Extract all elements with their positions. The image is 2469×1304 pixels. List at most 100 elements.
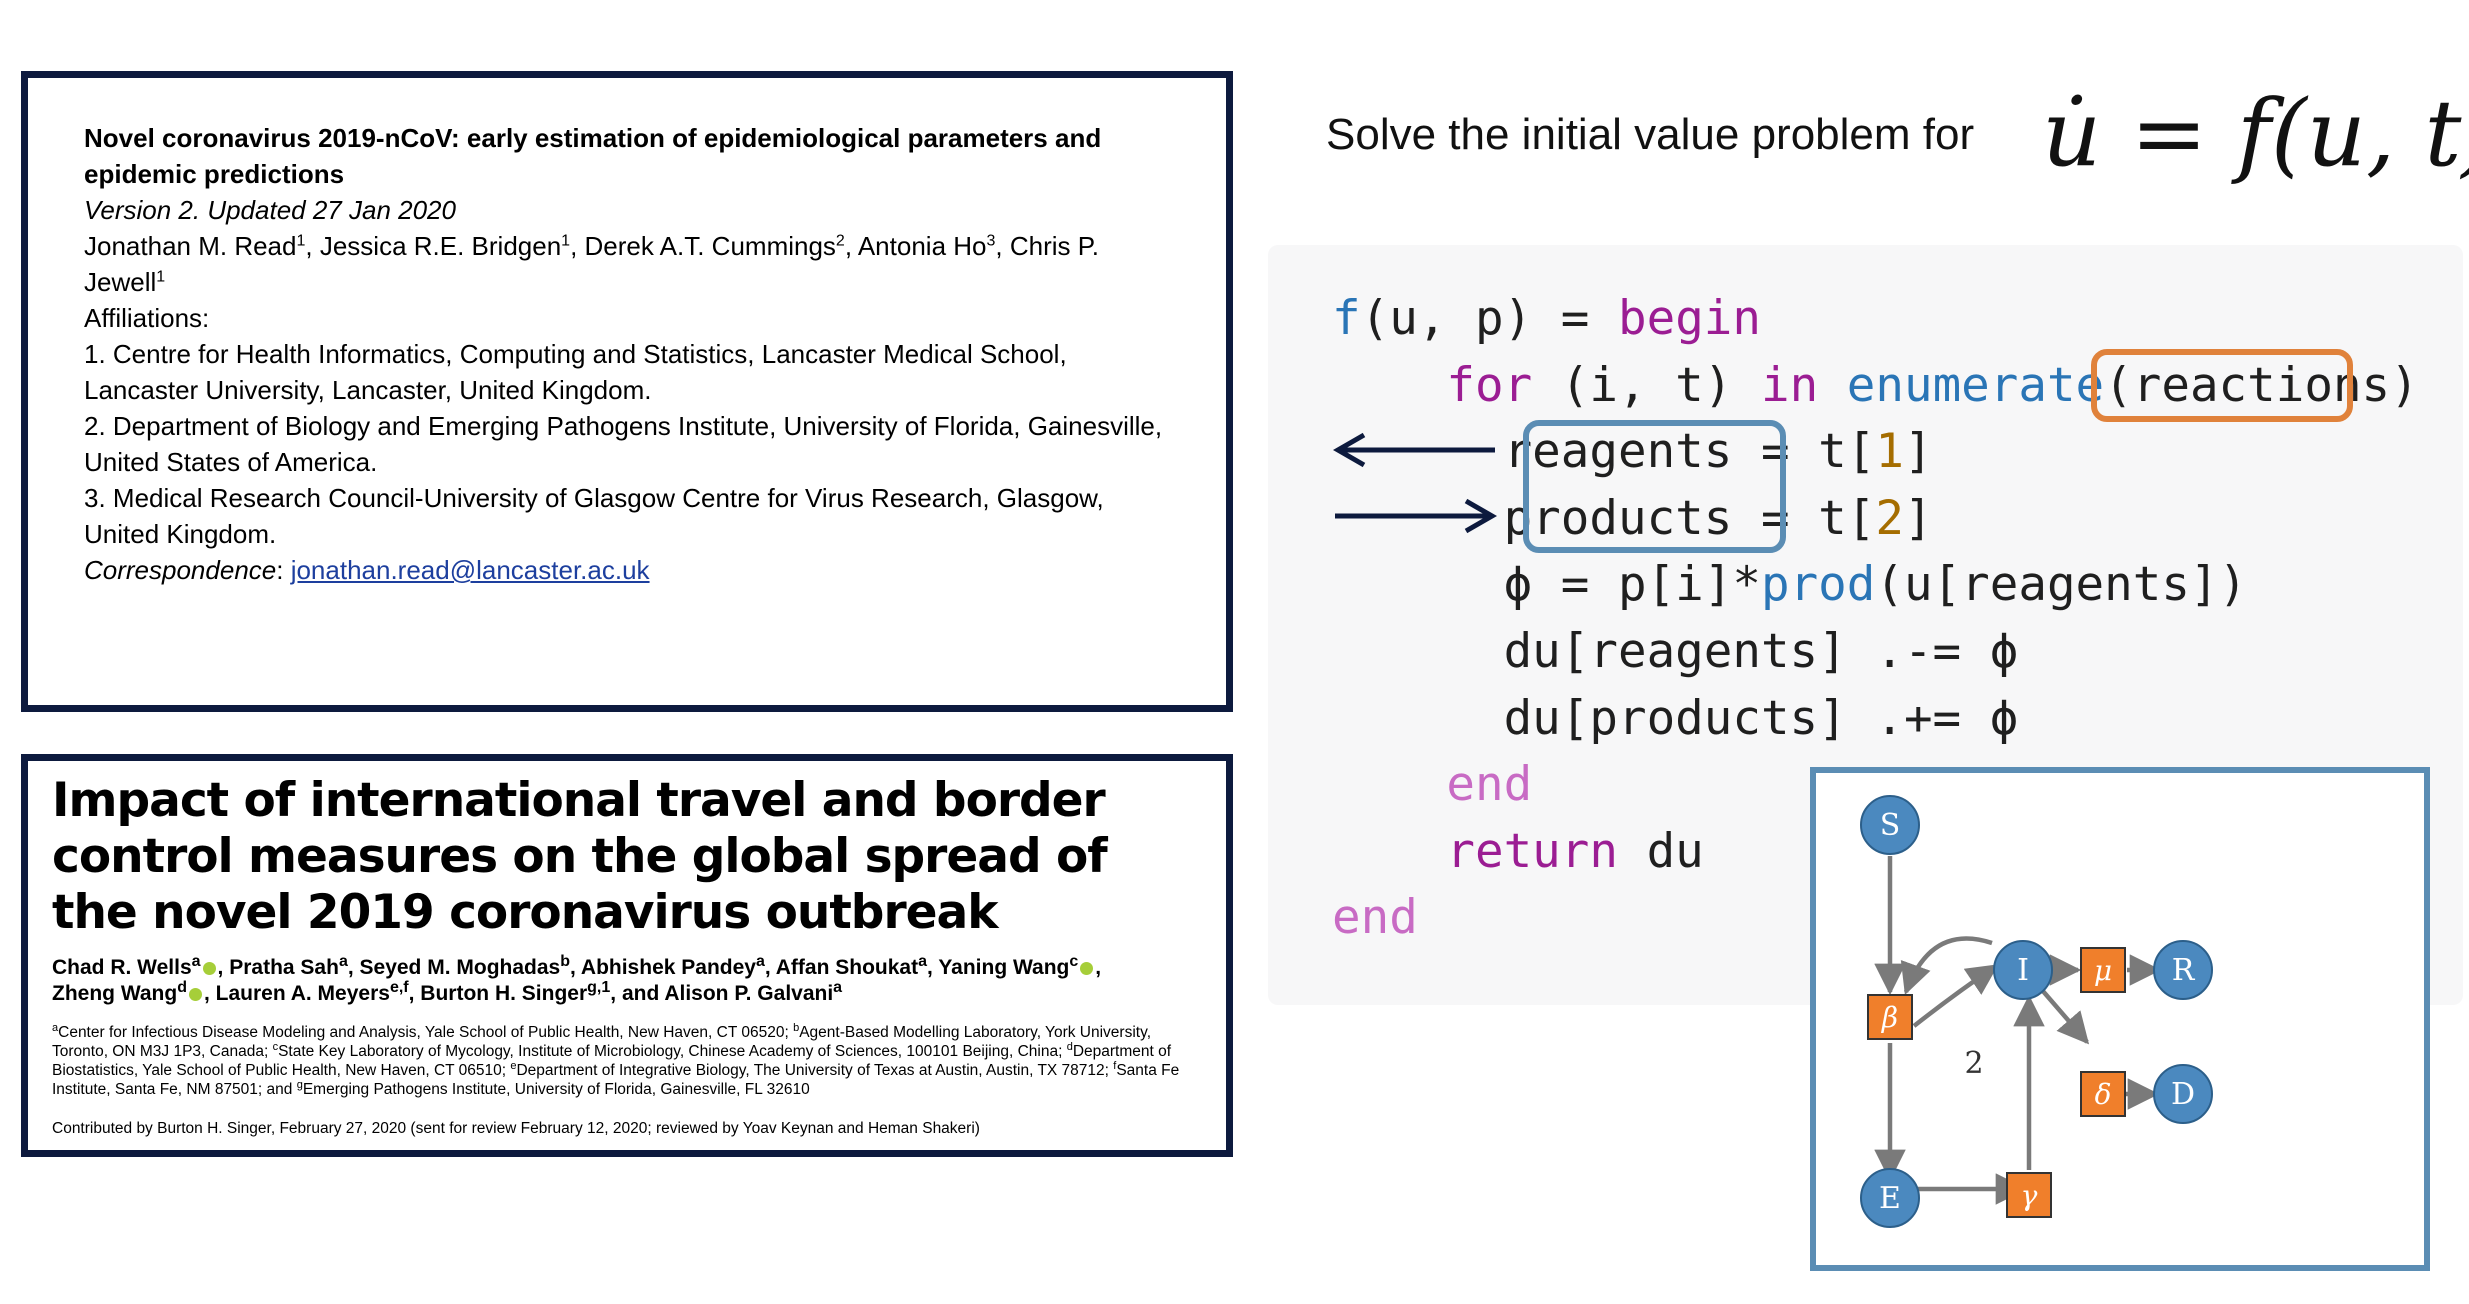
paper1-affiliations-label: Affiliations: [84, 303, 210, 333]
code-keyword: end [1332, 890, 1418, 946]
author-superscript: 1 [296, 232, 306, 250]
code-function: prod [1760, 557, 1876, 613]
orcid-icon [188, 987, 202, 1001]
species-node-D: D [2153, 1064, 2213, 1124]
code-keyword: for [1446, 357, 1533, 413]
affiliation-item: 2. Department of Biology and Emerging Pa… [84, 411, 1163, 477]
affiliation-text: Center for Infectious Disease Modeling a… [58, 1024, 794, 1041]
paper1-authors: Jonathan M. Read1, Jessica R.E. Bridgen1… [84, 231, 1099, 297]
author-superscript: e,f [389, 979, 409, 996]
author-superscript: a [338, 953, 348, 970]
species-label: E [1879, 1181, 1901, 1216]
paper2-affiliations: aCenter for Infectious Disease Modeling … [52, 1022, 1202, 1099]
species-label: I [2017, 953, 2029, 988]
author-superscript: 2 [835, 232, 845, 250]
paper2-authors: Chad R. Wellsa, Pratha Saha, Seyed M. Mo… [52, 953, 1102, 1006]
code-text: ] [1903, 424, 1933, 480]
author-superscript: b [560, 953, 571, 970]
author-name: Seyed M. Moghadas [359, 956, 561, 979]
species-node-R: R [2153, 940, 2213, 1000]
species-label: D [2171, 1077, 2195, 1112]
rate-node-β: β [1867, 994, 1913, 1040]
author-name: Chad R. Wells [52, 956, 192, 979]
ode-equation-text: u̇ = f(u, t) [2042, 80, 2469, 187]
author-superscript: 1 [156, 268, 166, 286]
author-superscript: g,1 [587, 979, 611, 996]
paper1-title: Novel coronavirus 2019-nCoV: early estim… [84, 123, 1102, 189]
code-keyword: return [1446, 823, 1618, 879]
code-function: enumerate [1846, 357, 2105, 413]
orcid-icon [1080, 961, 1094, 975]
edge-I-beta [1900, 936, 1993, 995]
author-superscript: 1 [561, 232, 571, 250]
stoichiometry-label: 2 [1964, 1046, 1983, 1081]
author-superscript: a [833, 979, 843, 996]
species-node-S: S [1860, 795, 1920, 855]
author-name: Abhishek Pandey [580, 956, 756, 979]
code-line: f(u, p) = begin [1332, 286, 2419, 353]
edge-I-delta [2040, 988, 2090, 1045]
author-name: and Alison P. Galvani [621, 982, 834, 1005]
paper2-abstract-card: Impact of international travel and borde… [21, 754, 1233, 1157]
author-name: Zheng Wang [52, 982, 178, 1005]
author-name: Burton H. Singer [420, 982, 588, 1005]
code-number: 2 [1875, 490, 1904, 546]
author-superscript: a [191, 953, 201, 970]
author-name: Jessica R.E. Bridgen [319, 231, 562, 261]
code-line: ϕ = p[i]*prod(u[reagents]) [1332, 552, 2419, 619]
ode-equation: u̇ = f(u, t) [2042, 80, 2469, 187]
species-label: R [2172, 953, 2196, 988]
reagents-products-highlight [1523, 420, 1786, 553]
reactions-highlight [2091, 349, 2353, 422]
affiliation-text: State Key Laboratory of Mycology, Instit… [278, 1043, 1067, 1060]
correspondence-label: Correspondence [84, 555, 277, 585]
author-superscript: a [918, 953, 928, 970]
code-text: du [1617, 823, 1704, 879]
reaction-network-graph: S I R D E β μ δ γ 2 [1860, 795, 2213, 1228]
author-superscript: 3 [986, 232, 996, 250]
paper2-title: Impact of international travel and borde… [52, 773, 1108, 940]
author-name: Antonia Ho [857, 231, 987, 261]
correspondence-email-link[interactable]: jonathan.read@lancaster.ac.uk [291, 555, 650, 585]
rate-label: γ [2021, 1179, 2038, 1212]
species-label: S [1880, 808, 1901, 843]
species-node-I: I [1993, 940, 2053, 1000]
code-keyword: in [1760, 357, 1819, 413]
edge-beta-I [1912, 964, 1999, 1028]
reagents-products-arrows [1332, 432, 1498, 534]
code-text: (u[reagents]) [1875, 557, 2248, 613]
paper2-contributed: Contributed by Burton H. Singer, Februar… [52, 1120, 980, 1137]
author-superscript: c [1069, 953, 1079, 970]
affiliation-item: 1. Centre for Health Informatics, Comput… [84, 339, 1067, 405]
author-name: Pratha Sah [229, 956, 339, 979]
code-number: 1 [1875, 424, 1904, 480]
species-node-E: E [1860, 1168, 1920, 1228]
author-name: Yaning Wang [938, 956, 1070, 979]
code-line: du[reagents] .-= ϕ [1332, 619, 2419, 686]
affiliation-item: 3. Medical Research Council-University o… [84, 483, 1104, 549]
affiliation-text: Department of Integrative Biology, The U… [516, 1062, 1114, 1079]
code-keyword: end [1446, 757, 1533, 813]
paper1-version: Version 2. Updated 27 Jan 2020 [84, 195, 456, 225]
author-superscript: d [177, 979, 187, 996]
reaction-network-diagram: S I R D E β μ δ γ 2 [1810, 767, 2430, 1271]
paper1-abstract-card: Novel coronavirus 2019-nCoV: early estim… [21, 71, 1233, 712]
code-text: du[reagents] .-= ϕ [1332, 623, 2019, 679]
rate-label: μ [2094, 954, 2112, 987]
paper1-correspondence: Correspondence: jonathan.read@lancaster.… [84, 555, 650, 585]
code-line: du[products] .+= ϕ [1332, 686, 2419, 753]
rate-node-δ: δ [2080, 1071, 2126, 1117]
code-function: f [1332, 291, 1361, 346]
affiliation-text: Emerging Pathogens Institute, University… [302, 1081, 810, 1098]
right-arrow-icon [1335, 498, 1498, 534]
author-name: Jonathan M. Read [84, 231, 297, 261]
paper1-affiliations: 1. Centre for Health Informatics, Comput… [84, 336, 1170, 552]
code-text: (i, t) [1532, 357, 1761, 413]
rate-label: δ [2095, 1078, 2112, 1111]
code-text: ] [1903, 490, 1933, 546]
rate-node-γ: γ [2006, 1172, 2052, 1218]
